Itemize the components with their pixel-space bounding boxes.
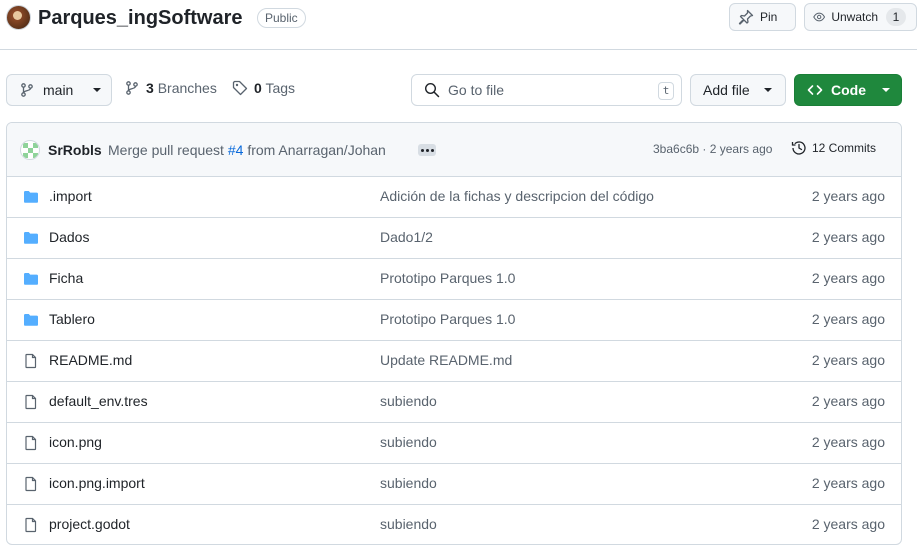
file-name-link[interactable]: Dados [49, 229, 89, 245]
last-modified-date: 2 years ago [811, 516, 885, 532]
unwatch-button[interactable]: Unwatch 1 [804, 3, 917, 31]
commit-message-link[interactable]: Adición de la fichas y descripcion del c… [380, 188, 654, 204]
last-modified-date: 2 years ago [811, 475, 885, 491]
table-row[interactable]: icon.png.import subiendo 2 years ago [7, 464, 901, 505]
git-branch-icon [21, 83, 33, 97]
file-name-link[interactable]: icon.png [49, 434, 102, 450]
commit-message-prefix: Merge pull request [108, 142, 224, 158]
pin-label: Pin [760, 10, 778, 24]
branches-count: 3 [146, 80, 154, 96]
latest-commit-bar: SrRobls Merge pull request #4 from Anarr… [7, 123, 901, 177]
visibility-badge: Public [257, 8, 306, 28]
table-row[interactable]: project.godot subiendo 2 years ago [7, 505, 901, 544]
folder-icon [23, 271, 39, 287]
file-name-link[interactable]: .import [49, 188, 92, 204]
branches-link[interactable]: 3 Branches [124, 80, 217, 96]
code-icon [807, 85, 823, 95]
avatar[interactable] [20, 140, 40, 160]
commit-message-link[interactable]: subiendo [380, 393, 437, 409]
add-file-label: Add file [703, 82, 750, 98]
commit-message-link[interactable]: subiendo [380, 516, 437, 532]
tags-label: Tags [265, 80, 296, 96]
table-row[interactable]: Tablero Prototipo Parques 1.0 2 years ago [7, 300, 901, 341]
file-icon [23, 394, 39, 410]
last-modified-date: 2 years ago [811, 188, 885, 204]
commit-message-link[interactable]: Prototipo Parques 1.0 [380, 311, 515, 327]
commits-count-label: 12 Commits [812, 141, 877, 155]
file-list: .import Adición de la fichas y descripcio… [7, 177, 901, 544]
pull-request-link[interactable]: #4 [228, 142, 244, 158]
search-placeholder: Go to file [448, 82, 505, 98]
folder-icon [23, 312, 39, 328]
chevron-down-icon [763, 88, 772, 92]
unwatch-label: Unwatch [831, 10, 878, 24]
file-icon [23, 476, 39, 492]
repo-owner-avatar[interactable] [6, 5, 31, 30]
commit-message-link[interactable]: Dado1/2 [380, 229, 433, 245]
commit-author[interactable]: SrRobls [48, 142, 102, 158]
commit-message-link[interactable]: Prototipo Parques 1.0 [380, 270, 515, 286]
table-row[interactable]: Dados Dado1/2 2 years ago [7, 218, 901, 259]
chevron-down-icon [93, 88, 102, 92]
folder-icon [23, 189, 39, 205]
commit-message-suffix: from Anarragan/Johan [247, 142, 386, 158]
history-icon [791, 141, 806, 155]
commit-message[interactable]: Merge pull request #4 from Anarragan/Joh… [108, 142, 386, 158]
last-modified-date: 2 years ago [811, 311, 885, 327]
table-row[interactable]: .import Adición de la fichas y descripcio… [7, 177, 901, 218]
tag-icon [232, 80, 248, 96]
commit-message-link[interactable]: Update README.md [380, 352, 512, 368]
last-modified-date: 2 years ago [811, 434, 885, 450]
file-icon [23, 517, 39, 533]
expand-commit-button[interactable] [418, 144, 436, 156]
table-row[interactable]: default_env.tres subiendo 2 years ago [7, 382, 901, 423]
file-icon [23, 435, 39, 451]
branch-name: main [43, 82, 74, 98]
table-row[interactable]: README.md Update README.md 2 years ago [7, 341, 901, 382]
pin-button[interactable]: Pin [729, 3, 796, 31]
last-modified-date: 2 years ago [811, 229, 885, 245]
file-name-link[interactable]: default_env.tres [49, 393, 148, 409]
commit-message-link[interactable]: subiendo [380, 434, 437, 450]
go-to-file-input[interactable]: Go to file t [411, 74, 682, 106]
last-modified-date: 2 years ago [811, 393, 885, 409]
git-branch-icon [126, 81, 138, 95]
code-label: Code [831, 82, 866, 98]
code-button[interactable]: Code [794, 74, 902, 106]
watchers-count: 1 [886, 8, 906, 26]
file-table: SrRobls Merge pull request #4 from Anarr… [6, 122, 902, 545]
eye-icon [813, 12, 826, 22]
file-icon [23, 353, 39, 369]
last-modified-date: 2 years ago [811, 352, 885, 368]
chevron-down-icon [882, 88, 890, 92]
repo-header: Parques_ingSoftware Public Pin Unwatch 1 [0, 0, 917, 50]
repo-name[interactable]: Parques_ingSoftware [38, 4, 243, 32]
file-name-link[interactable]: icon.png.import [49, 475, 145, 491]
folder-icon [23, 230, 39, 246]
commit-hash-time[interactable]: 3ba6c6b · 2 years ago [653, 142, 772, 156]
keyboard-shortcut-hint: t [658, 82, 674, 100]
branches-label: Branches [157, 80, 217, 96]
table-row[interactable]: icon.png subiendo 2 years ago [7, 423, 901, 464]
search-icon [424, 82, 440, 98]
last-modified-date: 2 years ago [811, 270, 885, 286]
file-name-link[interactable]: Ficha [49, 270, 83, 286]
tags-link[interactable]: 0 Tags [232, 80, 295, 96]
file-name-link[interactable]: README.md [49, 352, 132, 368]
table-row[interactable]: Ficha Prototipo Parques 1.0 2 years ago [7, 259, 901, 300]
branch-selector[interactable]: main [6, 74, 112, 106]
tags-count: 0 [254, 80, 262, 96]
file-name-link[interactable]: Tablero [49, 311, 95, 327]
add-file-button[interactable]: Add file [690, 74, 786, 106]
commit-message-link[interactable]: subiendo [380, 475, 437, 491]
file-name-link[interactable]: project.godot [49, 516, 130, 532]
commits-history-link[interactable]: 12 Commits [791, 140, 876, 156]
pin-icon [738, 9, 754, 25]
